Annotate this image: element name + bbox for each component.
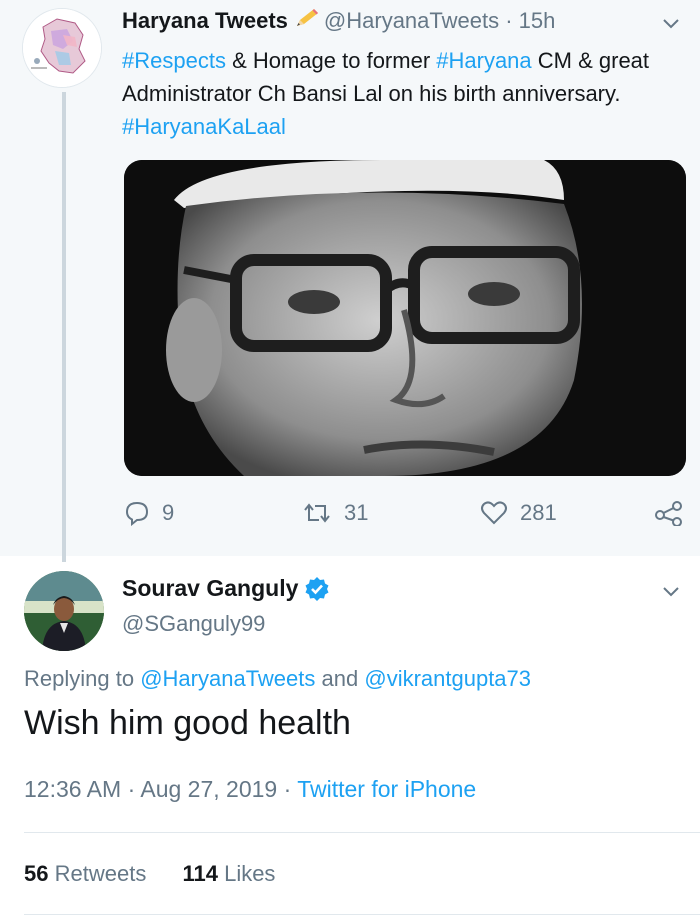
parent-tweet-text: #Respects & Homage to former #Haryana CM…: [122, 44, 682, 143]
like-icon: [481, 501, 507, 525]
portrait-image: [124, 160, 686, 476]
verified-badge-icon: [305, 576, 329, 601]
reply-author-handle[interactable]: @SGanguly99: [122, 611, 265, 637]
thread-connector-line: [62, 92, 66, 562]
sourav-ganguly-avatar[interactable]: [24, 571, 104, 651]
likes-stat[interactable]: 114 Likes: [182, 861, 275, 886]
reply-author-name[interactable]: Sourav Ganguly: [122, 575, 298, 602]
divider: [24, 832, 700, 833]
retweets-stat[interactable]: 56 Retweets: [24, 861, 146, 886]
parent-tweet-time[interactable]: · 15h: [505, 8, 555, 33]
haryana-map-icon: [23, 9, 101, 87]
chevron-down-icon[interactable]: [660, 580, 682, 607]
likes-number: 114: [182, 861, 218, 886]
pencil-emoji-icon: [294, 7, 320, 37]
divider: [24, 914, 700, 915]
tweet-meta: 12:36 AM · Aug 27, 2019 · Twitter for iP…: [24, 776, 476, 803]
mention-haryanatweets[interactable]: @HaryanaTweets: [140, 666, 315, 691]
mention-vikrantgupta73[interactable]: @vikrantgupta73: [364, 666, 531, 691]
parent-author-handle[interactable]: @HaryanaTweets: [324, 8, 499, 33]
likes-label: Likes: [224, 861, 276, 886]
reply-count: 9: [162, 500, 175, 525]
reply-icon: [125, 501, 149, 526]
hashtag-respects[interactable]: #Respects: [122, 48, 226, 73]
hashtag-haryana[interactable]: #Haryana: [436, 48, 531, 73]
tweet-text-segment: & Homage to former: [225, 48, 437, 73]
reply-tweet-text: Wish him good health: [24, 704, 351, 742]
like-count: 281: [520, 500, 557, 525]
reply-author-name-row: Sourav Ganguly: [122, 575, 330, 602]
parent-tweet[interactable]: Haryana Tweets @HaryanaTweets · 15h #Res…: [0, 0, 700, 562]
replying-to-line: Replying to @HaryanaTweets and @vikrantg…: [24, 666, 531, 692]
chevron-down-icon[interactable]: [660, 12, 682, 39]
tweet-photo[interactable]: [124, 160, 686, 476]
retweets-label: Retweets: [54, 861, 147, 886]
reply-action[interactable]: 9: [124, 500, 174, 526]
parent-tweet-header: Haryana Tweets @HaryanaTweets · 15h: [122, 6, 555, 37]
tweet-source[interactable]: Twitter for iPhone: [297, 776, 476, 802]
tweet-timestamp[interactable]: 12:36 AM · Aug 27, 2019 ·: [24, 776, 291, 802]
replying-prefix: Replying to: [24, 666, 135, 691]
share-action[interactable]: [654, 500, 684, 526]
engagement-stats: 56 Retweets 114 Likes: [24, 861, 275, 887]
hashtag-haryanakalaal[interactable]: #HaryanaKaLaal: [122, 114, 286, 139]
haryana-tweets-avatar[interactable]: [22, 8, 102, 88]
retweet-count: 31: [344, 500, 369, 525]
parent-author-name[interactable]: Haryana Tweets: [122, 8, 288, 33]
replying-and: and: [321, 666, 359, 691]
retweet-action[interactable]: 31: [302, 500, 368, 526]
retweet-icon: [304, 503, 330, 523]
retweets-number: 56: [24, 861, 49, 886]
like-action[interactable]: 281: [480, 500, 557, 526]
share-icon: [655, 501, 682, 526]
profile-photo: [24, 571, 104, 651]
